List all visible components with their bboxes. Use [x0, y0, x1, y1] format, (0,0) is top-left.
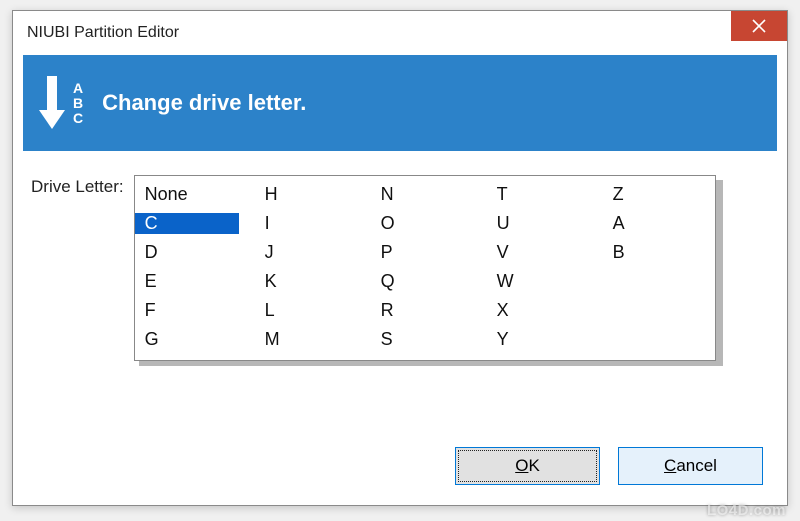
drive-letter-option-z[interactable]: Z: [611, 184, 707, 205]
drive-letter-option-v[interactable]: V: [495, 242, 611, 263]
titlebar: NIUBI Partition Editor: [13, 11, 787, 55]
drive-letter-option-l[interactable]: L: [263, 300, 379, 321]
cancel-rest: ancel: [676, 456, 717, 475]
drive-letter-option-f[interactable]: F: [143, 300, 263, 321]
ok-rest: K: [528, 456, 539, 475]
drive-letter-option-d[interactable]: D: [143, 242, 263, 263]
ok-button[interactable]: OK: [455, 447, 600, 485]
watermark: LO4D.com: [707, 502, 786, 519]
drive-letter-option-b[interactable]: B: [611, 242, 707, 263]
cancel-button[interactable]: Cancel: [618, 447, 763, 485]
drive-letter-option-t[interactable]: T: [495, 184, 611, 205]
drive-letter-option-m[interactable]: M: [263, 329, 379, 350]
drive-letter-option-u[interactable]: U: [495, 213, 611, 234]
letter-c: C: [73, 111, 84, 126]
banner-title: Change drive letter.: [102, 90, 306, 116]
drive-letter-option-p[interactable]: P: [379, 242, 495, 263]
drive-letter-option-j[interactable]: J: [263, 242, 379, 263]
drive-letter-option-y[interactable]: Y: [495, 329, 611, 350]
close-icon: [752, 19, 766, 33]
drive-letter-option-r[interactable]: R: [379, 300, 495, 321]
drive-letter-option-q[interactable]: Q: [379, 271, 495, 292]
drive-letter-option-n[interactable]: N: [379, 184, 495, 205]
drive-letter-option-g[interactable]: G: [143, 329, 263, 350]
letter-a: A: [73, 81, 84, 96]
ok-accel: O: [515, 456, 528, 475]
abc-stack: A B C: [73, 81, 84, 126]
drive-letter-option-x[interactable]: X: [495, 300, 611, 321]
drive-letter-option-s[interactable]: S: [379, 329, 495, 350]
banner: A B C Change drive letter.: [23, 55, 777, 151]
listbox-wrap: NoneHNTZ C IOUA DJPVB EKQW FLRX GMSY: [134, 175, 718, 361]
drive-letter-listbox[interactable]: NoneHNTZ C IOUA DJPVB EKQW FLRX GMSY: [134, 175, 716, 361]
drive-letter-option-h[interactable]: H: [263, 184, 379, 205]
drive-letter-label: Drive Letter:: [31, 175, 124, 197]
down-arrow-icon: [37, 73, 67, 133]
drive-letter-option-e[interactable]: E: [143, 271, 263, 292]
drive-letter-option-c[interactable]: C: [135, 213, 239, 234]
drive-letter-option-w[interactable]: W: [495, 271, 611, 292]
window-title: NIUBI Partition Editor: [13, 24, 179, 42]
drive-letter-option-k[interactable]: K: [263, 271, 379, 292]
letter-b: B: [73, 96, 84, 111]
drive-letter-option-none[interactable]: None: [143, 184, 263, 205]
content: Drive Letter: NoneHNTZ C IOUA DJPVB EKQW FLRX…: [13, 151, 787, 361]
drive-letter-option-i[interactable]: I: [263, 213, 379, 234]
close-button[interactable]: [731, 11, 787, 41]
banner-icon: A B C: [37, 73, 84, 133]
drive-letter-option-o[interactable]: O: [379, 213, 495, 234]
cancel-accel: C: [664, 456, 676, 475]
footer: OK Cancel: [455, 447, 763, 485]
drive-letter-option-a[interactable]: A: [611, 213, 707, 234]
dialog-window: NIUBI Partition Editor A B C Change driv…: [12, 10, 788, 506]
